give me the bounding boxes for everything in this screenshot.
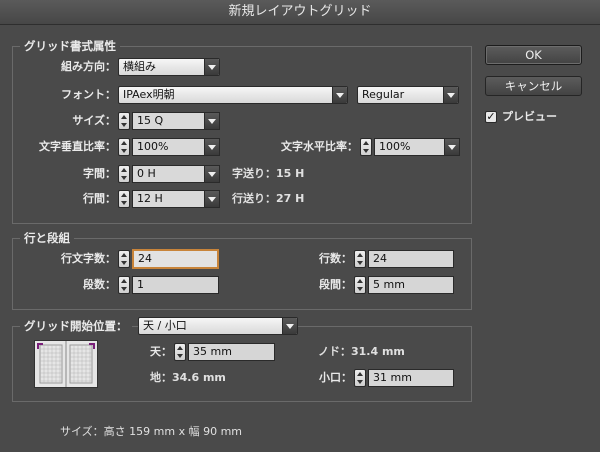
fore-edge-stepper[interactable]: [354, 369, 366, 387]
bottom-readout: 地：34.6 mm: [150, 371, 226, 384]
line-spacing-value: 12 H: [137, 192, 163, 205]
direction-label: 組み方向：: [61, 60, 116, 73]
char-spacing-value: 0 H: [137, 167, 156, 180]
lines-columns-legend: 行と段組: [20, 231, 74, 245]
char-spacing-stepper[interactable]: [118, 165, 130, 183]
columns-input[interactable]: 1: [132, 276, 219, 294]
direction-select[interactable]: 横組み: [118, 58, 220, 76]
top-margin-label: 天：: [150, 345, 172, 358]
grid-format-legend: グリッド書式属性: [20, 39, 120, 53]
font-family-select[interactable]: IPAex明朝: [118, 86, 348, 104]
horizontal-scale-value: 100%: [379, 140, 411, 153]
font-style-value: Regular: [362, 88, 405, 101]
vertical-scale-combo[interactable]: 100%: [132, 138, 220, 156]
top-margin-stepper[interactable]: [174, 343, 186, 361]
font-label: フォント：: [61, 88, 116, 101]
gutter-label: 段間：: [319, 278, 352, 291]
chevron-down-icon: [444, 139, 459, 155]
lines-input[interactable]: 24: [368, 250, 454, 268]
chevron-down-icon: [204, 166, 219, 182]
horizontal-scale-combo[interactable]: 100%: [374, 138, 460, 156]
fore-edge-input[interactable]: 31 mm: [368, 369, 454, 387]
size-combo[interactable]: 15 Q: [132, 112, 220, 130]
window-title: 新規レイアウトグリッド: [0, 0, 600, 25]
grid-start-value: 天 / 小口: [143, 319, 187, 332]
preview-checkbox[interactable]: ✓: [485, 111, 497, 123]
lines-columns-group: [12, 238, 472, 310]
lines-stepper[interactable]: [354, 250, 366, 268]
top-margin-input[interactable]: 35 mm: [188, 343, 275, 361]
size-stepper[interactable]: [118, 112, 130, 130]
size-info: サイズ：高さ 159 mm x 幅 90 mm: [60, 425, 243, 438]
grid-preview-icon: [34, 340, 98, 388]
cancel-button[interactable]: キャンセル: [485, 76, 582, 96]
grid-start-legend: グリッド開始位置：: [20, 319, 132, 333]
line-spacing-combo[interactable]: 12 H: [132, 190, 220, 208]
chevron-down-icon: [332, 87, 347, 103]
char-spacing-combo[interactable]: 0 H: [132, 165, 220, 183]
horizontal-scale-label: 文字水平比率：: [281, 140, 358, 153]
gutter-stepper[interactable]: [354, 276, 366, 294]
chevron-down-icon: [204, 139, 219, 155]
chars-per-line-input[interactable]: 24: [133, 250, 218, 268]
size-label: サイズ：: [72, 114, 116, 127]
font-style-select[interactable]: Regular: [357, 86, 459, 104]
columns-label: 段数：: [83, 278, 116, 291]
chars-per-line-label: 行文字数：: [61, 252, 116, 265]
grid-start-select[interactable]: 天 / 小口: [138, 317, 298, 335]
vertical-scale-label: 文字垂直比率：: [39, 140, 116, 153]
char-spacing-label: 字間：: [83, 167, 116, 180]
chevron-down-icon: [282, 318, 297, 334]
lines-label: 行数：: [319, 252, 352, 265]
direction-value: 横組み: [123, 60, 156, 73]
line-spacing-stepper[interactable]: [118, 190, 130, 208]
columns-stepper[interactable]: [118, 276, 130, 294]
chevron-down-icon: [204, 191, 219, 207]
vertical-scale-value: 100%: [137, 140, 169, 153]
vertical-scale-stepper[interactable]: [118, 138, 130, 156]
size-value: 15 Q: [137, 114, 164, 127]
gutter-input[interactable]: 5 mm: [368, 276, 454, 294]
chars-per-line-stepper[interactable]: [118, 250, 130, 268]
line-pitch-readout: 行送り：27 H: [232, 192, 305, 205]
ok-button[interactable]: OK: [485, 45, 582, 65]
chevron-down-icon: [204, 113, 219, 129]
preview-label: プレビュー: [502, 110, 557, 123]
font-family-value: IPAex明朝: [123, 88, 175, 101]
horizontal-scale-stepper[interactable]: [360, 138, 372, 156]
chevron-down-icon: [204, 59, 219, 75]
char-pitch-readout: 字送り：15 H: [232, 167, 305, 180]
chevron-down-icon: [443, 87, 458, 103]
line-spacing-label: 行間：: [83, 192, 116, 205]
nodo-readout: ノド：31.4 mm: [318, 345, 405, 358]
fore-edge-label: 小口：: [319, 371, 352, 384]
